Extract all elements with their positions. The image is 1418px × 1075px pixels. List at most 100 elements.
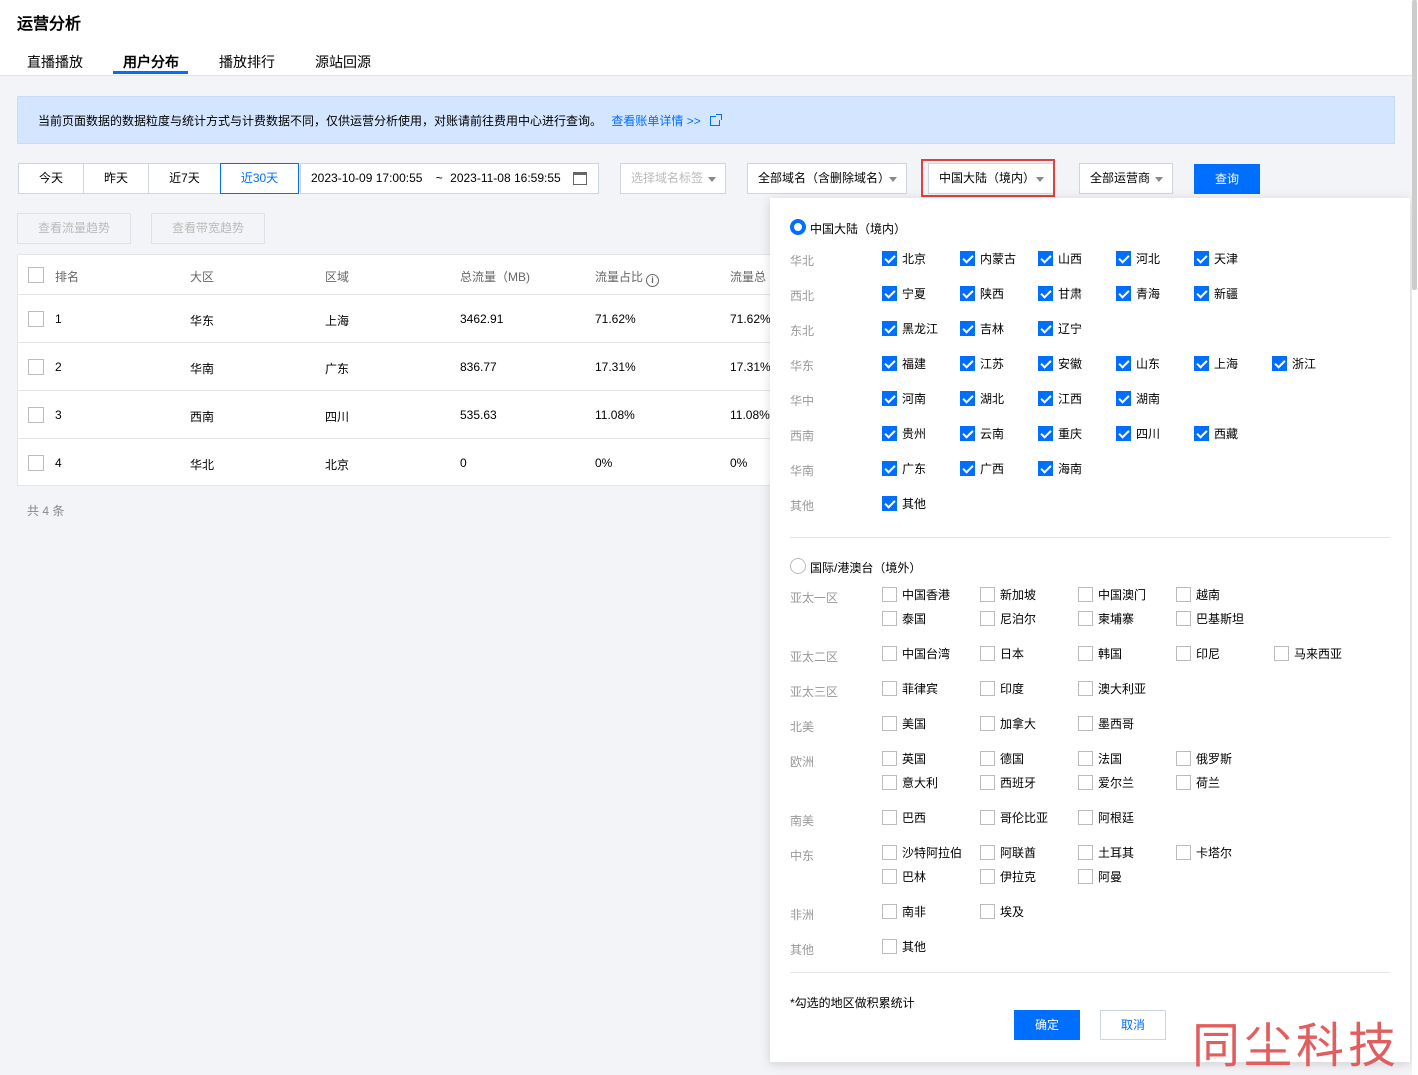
region-checkbox[interactable]: 新加坡 [980,587,1036,603]
region-checkbox[interactable]: 黑龙江 [882,321,938,337]
region-checkbox[interactable]: 山东 [1116,356,1160,372]
checkbox-box[interactable] [1274,646,1289,661]
checkbox-box[interactable] [882,716,897,731]
external-link-icon[interactable] [710,114,723,126]
region-checkbox[interactable]: 河北 [1116,251,1160,267]
checkbox-box[interactable] [980,611,995,626]
checkbox-box[interactable] [980,751,995,766]
region-checkbox[interactable]: 其他 [882,496,926,512]
checkbox-box[interactable] [1176,775,1191,790]
region-checkbox[interactable]: 福建 [882,356,926,372]
region-checkbox[interactable]: 甘肃 [1038,286,1082,302]
region-checkbox[interactable]: 北京 [882,251,926,267]
region-checkbox[interactable]: 江苏 [960,356,1004,372]
region-checkbox[interactable]: 陕西 [960,286,1004,302]
region-checkbox[interactable]: 新疆 [1194,286,1238,302]
confirm-button[interactable]: 确定 [1014,1010,1080,1040]
region-checkbox[interactable]: 辽宁 [1038,321,1082,337]
checkbox-box[interactable] [882,587,897,602]
range-30days-button[interactable]: 近30天 [220,163,299,194]
checkbox-box[interactable] [980,646,995,661]
checkbox-box[interactable] [980,845,995,860]
checkbox-box[interactable] [882,939,897,954]
region-checkbox[interactable]: 马来西亚 [1274,646,1342,662]
region-checkbox[interactable]: 巴林 [882,869,926,885]
checkbox-box[interactable] [980,716,995,731]
region-checkbox[interactable]: 加拿大 [980,716,1036,732]
region-checkbox[interactable]: 法国 [1078,751,1122,767]
traffic-trend-button[interactable]: 查看流量趋势 [17,213,131,244]
checkbox-box[interactable] [960,391,975,406]
region-checkbox[interactable]: 巴基斯坦 [1176,611,1244,627]
checkbox-box[interactable] [1194,356,1209,371]
region-checkbox[interactable]: 山西 [1038,251,1082,267]
checkbox-box[interactable] [960,251,975,266]
calendar-icon[interactable] [573,172,587,185]
checkbox-box[interactable] [1078,810,1093,825]
checkbox-box[interactable] [960,286,975,301]
row-checkbox[interactable] [28,311,44,327]
checkbox-box[interactable] [1194,251,1209,266]
checkbox-box[interactable] [882,496,897,511]
region-checkbox[interactable]: 西藏 [1194,426,1238,442]
checkbox-box[interactable] [1078,775,1093,790]
region-checkbox[interactable]: 安徽 [1038,356,1082,372]
region-checkbox[interactable]: 内蒙古 [960,251,1016,267]
region-checkbox[interactable]: 中国香港 [882,587,950,603]
checkbox-box[interactable] [960,321,975,336]
scrollbar[interactable] [1412,0,1418,1075]
checkbox-box[interactable] [960,426,975,441]
region-checkbox[interactable]: 土耳其 [1078,845,1134,861]
checkbox-box[interactable] [980,869,995,884]
checkbox-box[interactable] [1194,286,1209,301]
checkbox-box[interactable] [1116,426,1131,441]
region-checkbox[interactable]: 意大利 [882,775,938,791]
region-checkbox[interactable]: 天津 [1194,251,1238,267]
checkbox-box[interactable] [882,681,897,696]
region-checkbox[interactable]: 其他 [882,939,926,955]
row-checkbox[interactable] [28,455,44,471]
checkbox-box[interactable] [1078,869,1093,884]
bandwidth-trend-button[interactable]: 查看带宽趋势 [151,213,265,244]
checkbox-box[interactable] [1078,646,1093,661]
region-checkbox[interactable]: 阿根廷 [1078,810,1134,826]
checkbox-box[interactable] [1078,751,1093,766]
tab-playback-ranking[interactable]: 播放排行 [219,52,275,72]
checkbox-box[interactable] [882,646,897,661]
checkbox-box[interactable] [1078,681,1093,696]
region-checkbox[interactable]: 湖南 [1116,391,1160,407]
region-checkbox[interactable]: 河南 [882,391,926,407]
region-checkbox[interactable]: 韩国 [1078,646,1122,662]
checkbox-box[interactable] [1038,321,1053,336]
checkbox-box[interactable] [980,587,995,602]
checkbox-box[interactable] [980,775,995,790]
checkbox-box[interactable] [1078,716,1093,731]
scrollbar-thumb[interactable] [1412,0,1417,290]
checkbox-box[interactable] [882,356,897,371]
checkbox-box[interactable] [980,681,995,696]
cancel-button[interactable]: 取消 [1100,1010,1166,1040]
region-checkbox[interactable]: 广东 [882,461,926,477]
checkbox-box[interactable] [1038,461,1053,476]
region-checkbox[interactable]: 日本 [980,646,1024,662]
checkbox-box[interactable] [882,286,897,301]
checkbox-box[interactable] [1038,426,1053,441]
region-checkbox[interactable]: 沙特阿拉伯 [882,845,962,861]
checkbox-box[interactable] [1116,356,1131,371]
region-checkbox[interactable]: 泰国 [882,611,926,627]
info-icon[interactable]: i [646,274,660,287]
checkbox-box[interactable] [980,810,995,825]
checkbox-box[interactable] [1038,391,1053,406]
region-checkbox[interactable]: 菲律宾 [882,681,938,697]
region-checkbox[interactable]: 吉林 [960,321,1004,337]
checkbox-box[interactable] [980,904,995,919]
region-checkbox[interactable]: 江西 [1038,391,1082,407]
region-checkbox[interactable]: 中国澳门 [1078,587,1146,603]
select-all-checkbox[interactable] [28,267,44,283]
region-checkbox[interactable]: 青海 [1116,286,1160,302]
region-checkbox[interactable]: 墨西哥 [1078,716,1134,732]
region-checkbox[interactable]: 卡塔尔 [1176,845,1232,861]
checkbox-box[interactable] [1176,587,1191,602]
region-checkbox[interactable]: 西班牙 [980,775,1036,791]
region-checkbox[interactable]: 重庆 [1038,426,1082,442]
